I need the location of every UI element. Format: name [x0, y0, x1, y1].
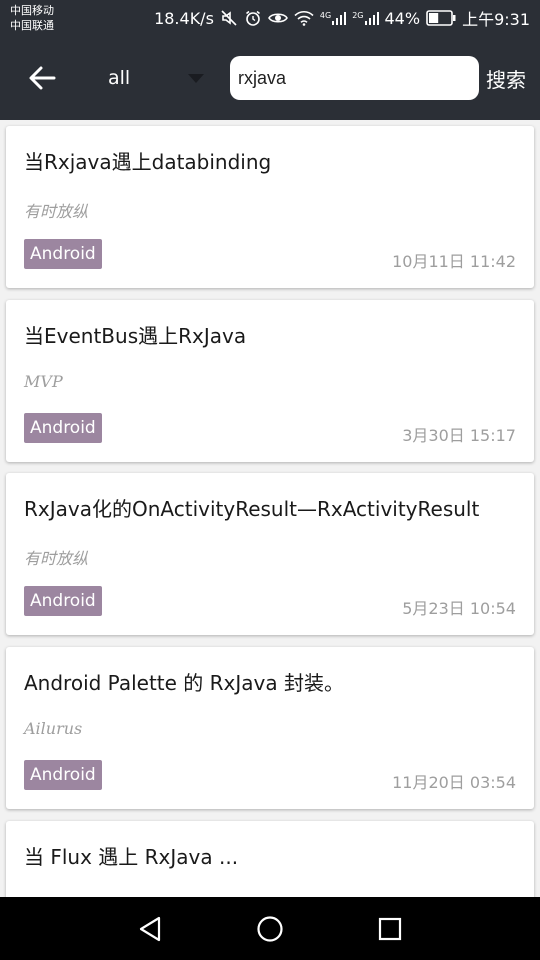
home-circle-icon — [257, 916, 283, 942]
article-tag[interactable]: Android — [24, 239, 102, 269]
nav-back-button[interactable] — [132, 911, 168, 947]
article-title: 当EventBus遇上RxJava — [24, 324, 247, 348]
article-card[interactable]: Android Palette 的 RxJava 封装。 Ailurus And… — [6, 647, 534, 809]
wifi-icon — [294, 10, 314, 26]
article-title: 当Rxjava遇上databinding — [24, 150, 272, 174]
article-author: Ailurus — [24, 719, 83, 738]
article-time: 11月20日 03:54 — [392, 773, 516, 792]
article-list[interactable]: 当Rxjava遇上databinding 有时放纵 Android 10月11日… — [0, 120, 540, 897]
search-button[interactable]: 搜索 — [486, 64, 526, 93]
article-author: 有时放纵 — [24, 202, 89, 221]
nav-home-button[interactable] — [252, 911, 288, 947]
recents-square-icon — [378, 917, 402, 941]
article-tag[interactable]: Android — [24, 413, 102, 443]
clock: 上午9:31 — [462, 10, 530, 29]
article-card[interactable]: 当EventBus遇上RxJava MVP Android 3月30日 15:1… — [6, 300, 534, 462]
dropdown-triangle-icon — [188, 74, 204, 83]
article-author: 有时放纵 — [24, 549, 89, 568]
back-button[interactable] — [22, 60, 62, 96]
signal-label: 2G — [352, 11, 364, 20]
article-title: RxJava化的OnActivityResult—RxActivityResul… — [24, 497, 480, 521]
navigation-bar — [0, 897, 540, 960]
category-dropdown[interactable]: all — [90, 58, 208, 98]
article-card[interactable]: 当Rxjava遇上databinding 有时放纵 Android 10月11日… — [6, 126, 534, 288]
article-author: MVP — [24, 372, 63, 391]
battery-icon — [426, 10, 456, 26]
article-tag[interactable]: Android — [24, 760, 102, 790]
arrow-back-icon — [29, 66, 56, 90]
back-triangle-icon — [139, 916, 161, 942]
article-time: 5月23日 10:54 — [402, 599, 516, 618]
carrier-2: 中国联通 — [10, 19, 54, 32]
status-icons: 18.4K/s 4G 2G 44% 上午9:31 — [154, 0, 530, 36]
carrier-block: 中国移动 中国联通 — [10, 3, 54, 33]
signal-label: 4G — [319, 11, 332, 20]
search-input[interactable] — [230, 56, 479, 100]
mute-icon — [220, 9, 238, 27]
article-title: 当 Flux 遇上 RxJava ... — [24, 845, 239, 869]
eye-icon — [267, 9, 288, 27]
carrier-1: 中国移动 — [10, 4, 54, 17]
signal-icon: 2G — [352, 11, 379, 25]
toolbar: all 搜索 — [0, 36, 540, 120]
battery-percent: 44% — [384, 8, 421, 28]
article-card[interactable]: RxJava化的OnActivityResult—RxActivityResul… — [6, 473, 534, 635]
article-time: 10月11日 11:42 — [392, 252, 516, 271]
article-title: Android Palette 的 RxJava 封装。 — [24, 671, 344, 695]
status-bar: 中国移动 中国联通 18.4K/s 4G 2G 44% 上午9:31 — [0, 0, 540, 36]
article-time: 3月30日 15:17 — [402, 426, 516, 445]
network-speed: 18.4K/s — [154, 8, 214, 28]
article-card[interactable]: 当 Flux 遇上 RxJava ... — [6, 821, 534, 897]
alarm-icon — [244, 9, 262, 27]
signal-icon: 4G — [319, 11, 347, 25]
article-tag[interactable]: Android — [24, 586, 102, 616]
nav-recents-button[interactable] — [372, 911, 408, 947]
category-value: all — [108, 67, 131, 89]
